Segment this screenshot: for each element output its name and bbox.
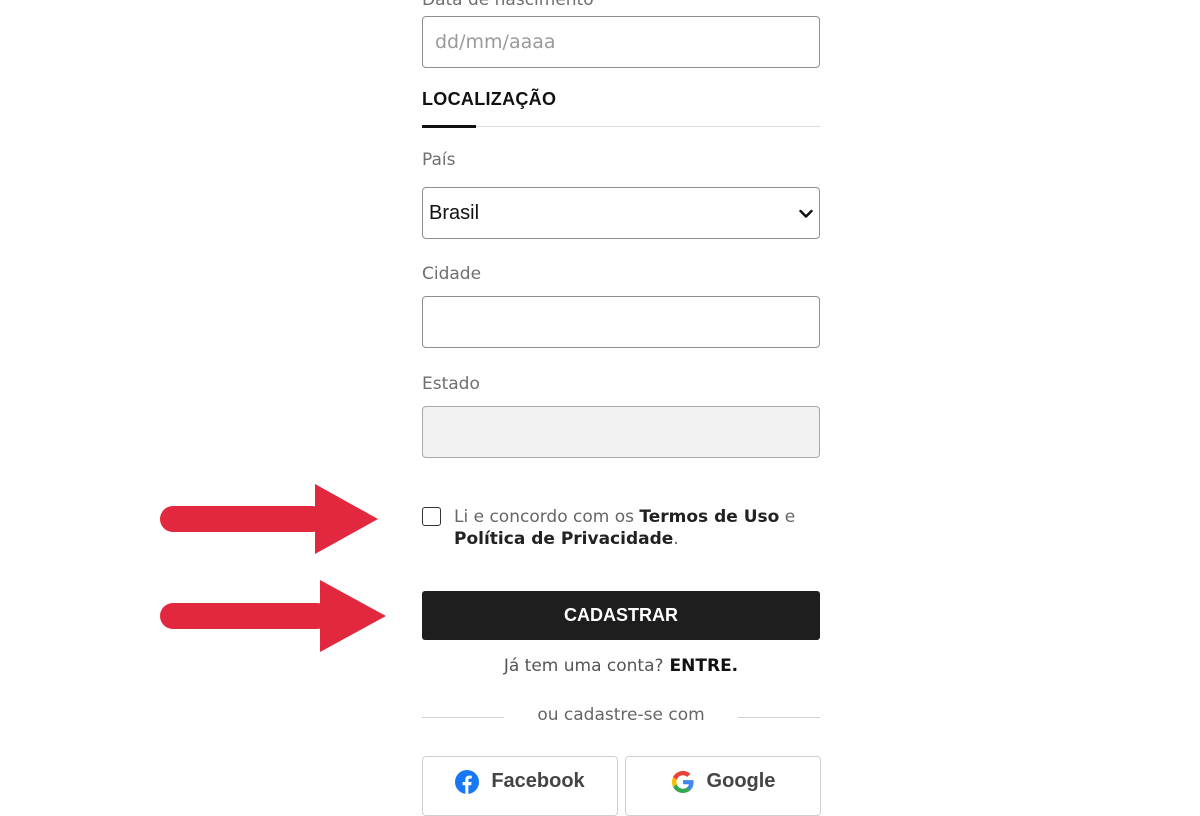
state-input[interactable] xyxy=(422,406,820,458)
city-label: Cidade xyxy=(422,264,482,284)
arrow-icon xyxy=(160,484,378,554)
state-label: Estado xyxy=(422,374,480,394)
terms-text: Li e concordo com os Termos de Uso e Pol… xyxy=(454,506,814,550)
section-title-location: LOCALIZAÇÃO xyxy=(422,89,557,109)
arrow-icon xyxy=(160,580,386,652)
facebook-label: Facebook xyxy=(491,770,585,792)
facebook-signup-button[interactable]: Facebook xyxy=(422,756,618,816)
section-divider xyxy=(422,126,820,127)
register-button[interactable]: CADASTRAR xyxy=(422,591,820,640)
login-prompt-text: Já tem uma conta? xyxy=(503,656,664,676)
chevron-down-icon xyxy=(799,202,813,225)
terms-suffix: . xyxy=(673,529,679,549)
login-link[interactable]: ENTRE. xyxy=(670,656,739,676)
country-select[interactable]: Brasil xyxy=(422,187,820,239)
facebook-icon xyxy=(455,770,480,794)
social-divider: ou cadastre-se com xyxy=(422,704,820,730)
divider-text: ou cadastre-se com xyxy=(537,705,705,725)
google-signup-button[interactable]: Google xyxy=(625,756,821,816)
country-label: País xyxy=(422,150,456,170)
birthdate-label: Data de nascimento xyxy=(422,0,594,10)
city-input[interactable] xyxy=(422,296,820,348)
terms-checkbox[interactable] xyxy=(422,507,441,526)
privacy-policy-link[interactable]: Política de Privacidade xyxy=(454,529,673,549)
birthdate-input[interactable]: dd/mm/aaaa xyxy=(422,16,820,68)
google-icon xyxy=(671,771,694,793)
terms-prefix: Li e concordo com os xyxy=(454,507,634,527)
terms-of-use-link[interactable]: Termos de Uso xyxy=(639,507,779,527)
login-prompt: Já tem uma conta? ENTRE. xyxy=(422,656,820,676)
google-label: Google xyxy=(706,770,776,792)
section-accent-bar xyxy=(422,125,476,128)
terms-middle: e xyxy=(784,507,796,527)
divider-line-right xyxy=(738,717,820,718)
birthdate-placeholder: dd/mm/aaaa xyxy=(435,31,556,53)
country-selected-value: Brasil xyxy=(429,201,480,224)
